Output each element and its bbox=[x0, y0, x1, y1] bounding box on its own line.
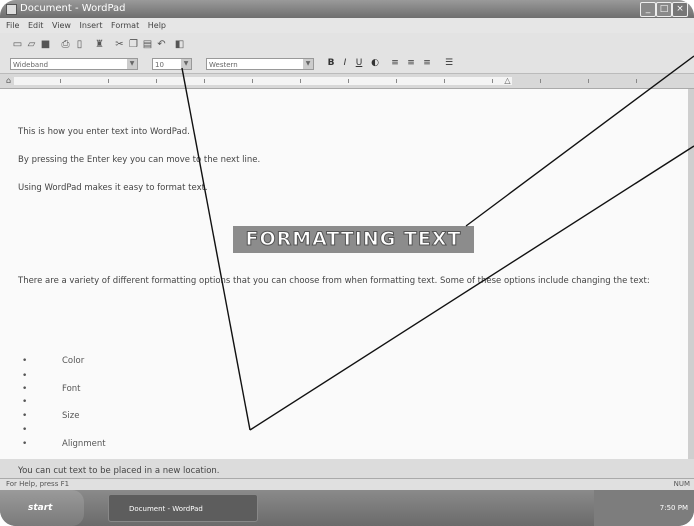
callout-line bbox=[249, 145, 694, 431]
callout-line bbox=[181, 67, 251, 431]
screen: Document - WordPad _ □ × File Edit View … bbox=[0, 0, 694, 526]
callout-lines bbox=[181, 55, 694, 431]
callout-line bbox=[465, 55, 694, 227]
doc-last-line: You can cut text to be placed in a new l… bbox=[18, 466, 220, 476]
